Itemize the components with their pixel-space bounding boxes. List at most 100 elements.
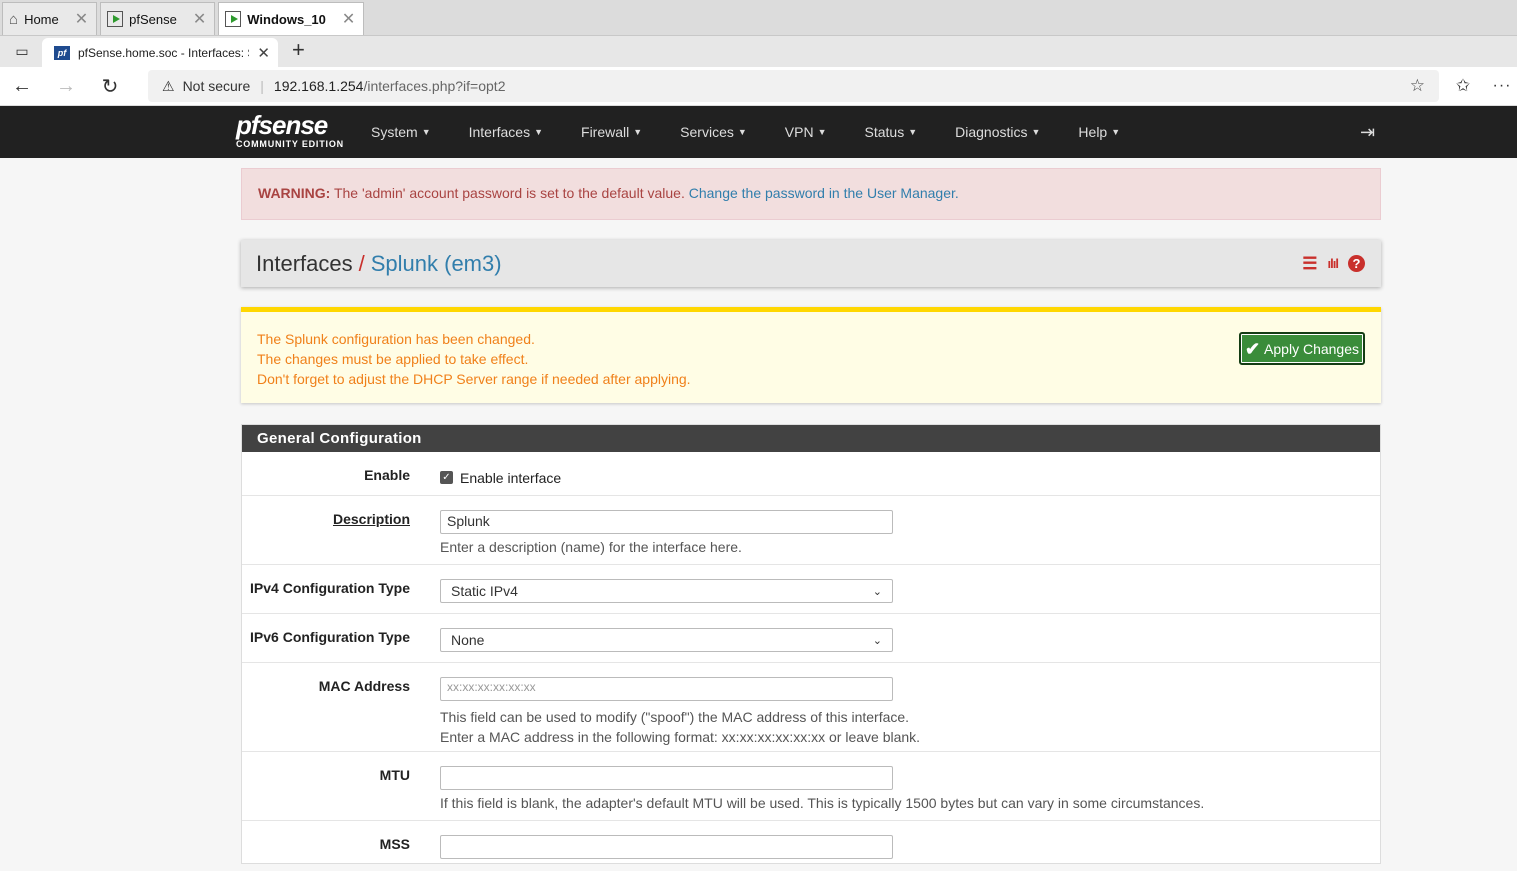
menu-label: Diagnostics <box>955 124 1028 140</box>
close-tab-icon[interactable]: ✕ <box>257 44 270 62</box>
menu-system[interactable]: System ▼ <box>352 124 450 140</box>
breadcrumb-separator: / <box>358 250 365 276</box>
user-manager-link[interactable]: Change the password in the User Manager. <box>689 185 959 201</box>
description-input[interactable]: Splunk <box>440 510 893 534</box>
alert-line: The Splunk configuration has been change… <box>257 331 535 347</box>
menu-firewall[interactable]: Firewall ▼ <box>562 124 661 140</box>
mac-address-input[interactable]: xx:xx:xx:xx:xx:xx <box>440 677 893 701</box>
menu-services[interactable]: Services ▼ <box>661 124 766 140</box>
close-icon[interactable]: ✕ <box>342 9 355 29</box>
main-menu: System ▼ Interfaces ▼ Firewall ▼ Services ▼ … <box>352 106 1139 158</box>
not-secure-label[interactable]: Not secure <box>183 78 251 94</box>
vm-tab-label: Home <box>24 11 59 27</box>
menu-label: System <box>371 124 418 140</box>
close-icon[interactable]: ✕ <box>75 9 88 29</box>
tab-actions-icon[interactable]: ▭ <box>6 36 38 67</box>
home-icon: ⌂ <box>9 10 19 28</box>
mac-address-label: MAC Address <box>318 678 410 694</box>
vm-icon <box>225 11 242 27</box>
more-icon[interactable]: ··· <box>1487 77 1517 95</box>
mss-input[interactable] <box>440 835 893 859</box>
refresh-icon[interactable]: ↻ <box>88 74 132 99</box>
url-path: /interfaces.php?if=opt2 <box>363 78 506 94</box>
panel-heading: General Configuration <box>242 425 1380 452</box>
caret-down-icon: ▼ <box>908 127 918 137</box>
menu-diagnostics[interactable]: Diagnostics ▼ <box>936 124 1059 140</box>
logout-icon[interactable]: ⇥ <box>1360 122 1375 143</box>
new-tab-icon[interactable]: + <box>292 37 305 63</box>
menu-interfaces[interactable]: Interfaces ▼ <box>450 124 562 140</box>
menu-label: Help <box>1078 124 1108 140</box>
ipv6-type-label: IPv6 Configuration Type <box>250 629 410 645</box>
check-icon: ✔ <box>1244 338 1261 359</box>
ipv6-type-value: None <box>451 632 485 648</box>
chevron-down-icon: ⌄ <box>872 585 882 598</box>
mss-row: MSS <box>242 821 1380 871</box>
logo-main: pfsense <box>236 110 328 140</box>
pfsense-logo[interactable]: pfsense COMMUNITY EDITION <box>236 111 344 149</box>
add-favorite-icon[interactable]: ☆ <box>1410 76 1425 96</box>
ipv4-type-value: Static IPv4 <box>451 583 518 599</box>
general-configuration-panel: General Configuration Enable ✓ Enable in… <box>241 424 1381 864</box>
address-row: ← → ↻ ⚠ Not secure | 192.168.1.254/inter… <box>0 67 1517 106</box>
warning-text: The 'admin' account password is set to t… <box>330 185 689 201</box>
breadcrumb-current[interactable]: Splunk (em3) <box>371 251 502 276</box>
enable-interface-checkbox[interactable]: ✓ Enable interface <box>440 470 561 486</box>
menu-vpn[interactable]: VPN ▼ <box>766 124 846 140</box>
browser-tab[interactable]: pf pfSense.home.soc - Interfaces: Sp ✕ <box>42 38 278 67</box>
menu-label: Status <box>864 124 905 140</box>
vm-tab-pfsense[interactable]: pfSense ✕ <box>100 2 216 35</box>
vm-tab-label: pfSense <box>129 11 177 27</box>
ipv6-type-row: IPv6 Configuration Type None ⌄ <box>242 614 1380 663</box>
mss-label: MSS <box>379 836 410 852</box>
breadcrumb-section[interactable]: Interfaces <box>256 251 353 276</box>
apply-changes-label: Apply Changes <box>1264 340 1359 357</box>
sliders-icon[interactable]: ☰ <box>1302 254 1317 274</box>
address-separator: | <box>260 78 264 94</box>
mac-help-1: This field can be used to modify ("spoof… <box>440 709 910 725</box>
default-password-alert: WARNING: The 'admin' account password is… <box>241 168 1381 220</box>
menu-label: Interfaces <box>468 124 531 140</box>
apply-changes-button[interactable]: ✔ Apply Changes <box>1238 332 1365 365</box>
ipv4-type-label: IPv4 Configuration Type <box>250 580 410 596</box>
caret-down-icon: ▼ <box>817 127 827 137</box>
enable-row: Enable ✓ Enable interface <box>242 452 1380 496</box>
vm-tab-windows10[interactable]: Windows_10 ✕ <box>218 2 365 35</box>
menu-label: VPN <box>784 124 814 140</box>
back-icon[interactable]: ← <box>0 75 44 98</box>
mtu-input[interactable] <box>440 766 893 790</box>
vm-tab-strip: ⌂ Home ✕ pfSense ✕ Windows_10 ✕ <box>0 0 1517 36</box>
caret-down-icon: ▼ <box>534 127 544 137</box>
chevron-down-icon: ⌄ <box>872 634 882 647</box>
pfsense-favicon-icon: pf <box>54 45 70 60</box>
mtu-label: MTU <box>379 767 410 783</box>
ipv4-type-row: IPv4 Configuration Type Static IPv4 ⌄ <box>242 565 1380 614</box>
enable-interface-label: Enable interface <box>460 469 562 486</box>
address-bar[interactable]: ⚠ Not secure | 192.168.1.254/interfaces.… <box>148 70 1439 102</box>
bar-chart-icon[interactable]: ılıl <box>1328 256 1339 271</box>
caret-down-icon: ▼ <box>1031 127 1041 137</box>
menu-help[interactable]: Help ▼ <box>1059 124 1139 140</box>
help-icon[interactable]: ? <box>1348 255 1365 272</box>
vm-tab-label: Windows_10 <box>247 11 326 27</box>
caret-down-icon: ▼ <box>1111 127 1121 137</box>
header-icons: ☰ ılıl ? <box>1302 254 1381 274</box>
menu-status[interactable]: Status ▼ <box>846 124 937 140</box>
ipv4-type-select[interactable]: Static IPv4 ⌄ <box>440 579 893 603</box>
description-help: Enter a description (name) for the inter… <box>440 539 742 555</box>
apply-changes-alert: The Splunk configuration has been change… <box>241 307 1381 403</box>
breadcrumb: Interfaces / Splunk (em3) <box>256 251 502 277</box>
vm-tab-home[interactable]: ⌂ Home ✕ <box>2 2 98 35</box>
caret-down-icon: ▼ <box>737 127 747 137</box>
checkbox-checked-icon[interactable]: ✓ <box>440 471 453 484</box>
warning-icon[interactable]: ⚠ <box>162 78 175 95</box>
mtu-row: MTU If this field is blank, the adapter'… <box>242 752 1380 821</box>
browser-tab-strip: ▭ pf pfSense.home.soc - Interfaces: Sp ✕… <box>0 36 1517 67</box>
ipv6-type-select[interactable]: None ⌄ <box>440 628 893 652</box>
enable-label: Enable <box>364 467 410 483</box>
description-label[interactable]: Description <box>333 511 410 527</box>
close-icon[interactable]: ✕ <box>193 9 206 29</box>
favorites-icon[interactable]: ✩ <box>1439 76 1487 96</box>
warning-prefix: WARNING: <box>258 185 331 201</box>
forward-icon[interactable]: → <box>44 75 88 98</box>
